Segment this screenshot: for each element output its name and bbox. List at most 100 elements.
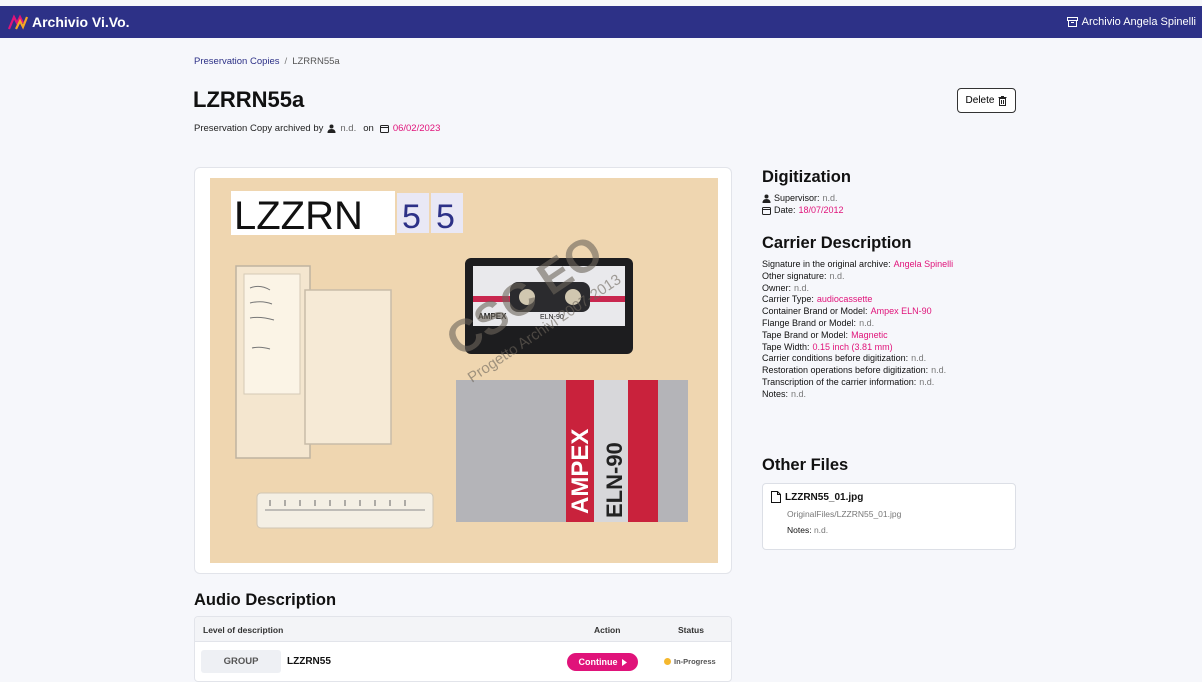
ruler: [256, 492, 434, 529]
file-notes: Notes: n.d.: [787, 525, 1007, 535]
file-card[interactable]: LZZRN55_01.jpg OriginalFiles/LZZRN55_01.…: [762, 483, 1016, 550]
carrier-field-label: Container Brand or Model:: [762, 306, 868, 317]
carrier-field-label: Signature in the original archive:: [762, 259, 891, 269]
carrier-field-row: Owner: n.d.: [762, 283, 953, 295]
carrier-field-row: Flange Brand or Model: n.d.: [762, 318, 953, 330]
carrier-field-label: Flange Brand or Model:: [762, 317, 857, 328]
carrier-field-value: Ampex ELN-90: [870, 306, 932, 317]
carrier-field-label: Owner:: [762, 282, 792, 293]
on-label: on: [363, 123, 374, 134]
carrier-field-row: Container Brand or Model: Ampex ELN-90: [762, 306, 953, 318]
carrier-field-row: Notes: n.d.: [762, 389, 953, 401]
carrier-field-label: Carrier conditions before digitization:: [762, 353, 909, 364]
file-path: OriginalFiles/LZZRN55_01.jpg: [787, 509, 902, 519]
delete-button[interactable]: Delete: [957, 88, 1016, 113]
carrier-field-value: n.d.: [931, 365, 947, 376]
status-label: In-Progress: [674, 657, 716, 666]
carrier-field-row: Signature in the original archive: Angela…: [762, 259, 953, 271]
breadcrumb-current: LZRRN55a: [292, 56, 340, 67]
carrier-field-value: n.d.: [859, 317, 875, 328]
archive-link[interactable]: Archivio Angela Spinelli: [1066, 16, 1196, 28]
digitization-date-row: Date: 18/07/2012: [762, 205, 851, 217]
brand-link[interactable]: Archivio Vi.Vo.: [8, 14, 130, 30]
carrier-field-value: Magnetic: [851, 329, 888, 340]
carrier-field-row: Carrier conditions before digitization: n…: [762, 353, 953, 365]
continue-button[interactable]: Continue: [567, 653, 638, 671]
file-notes-value: n.d.: [813, 525, 829, 535]
carrier-field-label: Notes:: [762, 388, 789, 399]
digitization-section: Digitization Supervisor: n.d. Date: 18/0…: [762, 168, 851, 216]
archive-box-icon: [1066, 17, 1078, 27]
digitization-heading: Digitization: [762, 168, 851, 186]
caret-right-icon: [621, 658, 627, 666]
archived-info: Preservation Copy archived by n.d. on 06…: [194, 123, 440, 134]
carrier-field-value: n.d.: [791, 388, 807, 399]
carrier-field-row: Tape Width: 0.15 inch (3.81 mm): [762, 342, 953, 354]
table-header: Level of description Action Status: [195, 617, 731, 642]
audio-description-table: Level of description Action Status GROUP…: [194, 616, 732, 682]
digitization-date-label: Date:: [774, 204, 796, 215]
table-row: GROUP LZZRN55 Continue In-Progress: [195, 642, 731, 681]
archived-by-value: n.d.: [340, 123, 357, 134]
other-files-section: Other Files: [762, 456, 848, 481]
calendar-icon: [762, 206, 771, 215]
insert-brand: AMPEX: [567, 429, 594, 514]
file-name[interactable]: LZZRN55_01.jpg: [785, 492, 863, 503]
carrier-heading: Carrier Description: [762, 234, 912, 252]
carrier-field-value: n.d.: [829, 270, 845, 281]
carrier-field-row: Carrier Type: audiocassette: [762, 294, 953, 306]
supervisor-label: Supervisor:: [774, 193, 820, 203]
carrier-field-label: Carrier Type:: [762, 294, 814, 305]
breadcrumb-separator: /: [284, 56, 288, 67]
column-header-level: Level of description: [203, 625, 284, 635]
photo-label-digit-2: 5: [436, 198, 455, 236]
carrier-fields: Signature in the original archive: Angela…: [762, 259, 953, 401]
level-name: LZZRN55: [287, 656, 331, 667]
trash-icon: [998, 95, 1007, 106]
carrier-field-row: Transcription of the carrier information…: [762, 377, 953, 389]
carrier-field-value: 0.15 inch (3.81 mm): [812, 341, 893, 352]
status-badge: In-Progress: [664, 657, 716, 666]
level-badge: GROUP: [201, 650, 281, 673]
column-header-action: Action: [594, 625, 621, 635]
carrier-field-row: Restoration operations before digitizati…: [762, 365, 953, 377]
carrier-field-label: Other signature:: [762, 270, 827, 281]
cassette-insert: AMPEX ELN-90: [456, 380, 688, 522]
carrier-field-value: Angela Spinelli: [893, 259, 954, 269]
archived-by-label: Preservation Copy archived by: [194, 123, 324, 134]
carrier-field-label: Tape Width:: [762, 341, 810, 352]
carrier-photo[interactable]: LZZRN 5 5 AMPEX ELN-90 AMPEX ELN-90 CSC …: [210, 178, 718, 563]
column-header-status: Status: [678, 625, 704, 635]
brand-name: Archivio Vi.Vo.: [32, 14, 130, 30]
file-notes-label: Notes:: [787, 525, 812, 535]
breadcrumb-parent-link[interactable]: Preservation Copies: [194, 56, 280, 67]
brand-logo-icon: [8, 14, 28, 30]
user-icon: [762, 194, 771, 204]
carrier-field-value: audiocassette: [816, 294, 873, 305]
photo-card: LZZRN 5 5 AMPEX ELN-90 AMPEX ELN-90 CSC …: [194, 167, 732, 574]
carrier-field-label: Tape Brand or Model:: [762, 329, 849, 340]
carrier-field-value: n.d.: [911, 353, 927, 364]
other-files-heading: Other Files: [762, 456, 849, 474]
photo-label-text: LZZRN: [234, 194, 363, 238]
audio-description-heading: Audio Description: [194, 591, 337, 609]
breadcrumb: Preservation Copies / LZRRN55a: [194, 56, 340, 67]
supervisor-row: Supervisor: n.d.: [762, 193, 851, 205]
file-icon: [771, 491, 781, 503]
digitization-date-value: 18/07/2012: [798, 204, 844, 215]
delete-button-label: Delete: [965, 95, 995, 106]
supervisor-value: n.d.: [822, 193, 838, 203]
carrier-field-row: Tape Brand or Model: Magnetic: [762, 330, 953, 342]
carrier-photo-image: LZZRN 5 5 AMPEX ELN-90 AMPEX ELN-90 CSC …: [210, 178, 718, 563]
status-dot-icon: [664, 658, 671, 665]
user-icon: [327, 124, 336, 133]
top-navbar: Archivio Vi.Vo. Archivio Angela Spinelli: [0, 6, 1202, 38]
calendar-icon: [379, 125, 389, 133]
page-title: LZRRN55a: [193, 87, 305, 112]
archive-link-label: Archivio Angela Spinelli: [1081, 16, 1196, 28]
file-name-row: LZZRN55_01.jpg: [771, 491, 1007, 503]
carrier-field-value: n.d.: [794, 282, 810, 293]
carrier-field-row: Other signature: n.d.: [762, 271, 953, 283]
photo-label-digit-1: 5: [402, 198, 421, 236]
carrier-field-label: Transcription of the carrier information…: [762, 376, 917, 387]
